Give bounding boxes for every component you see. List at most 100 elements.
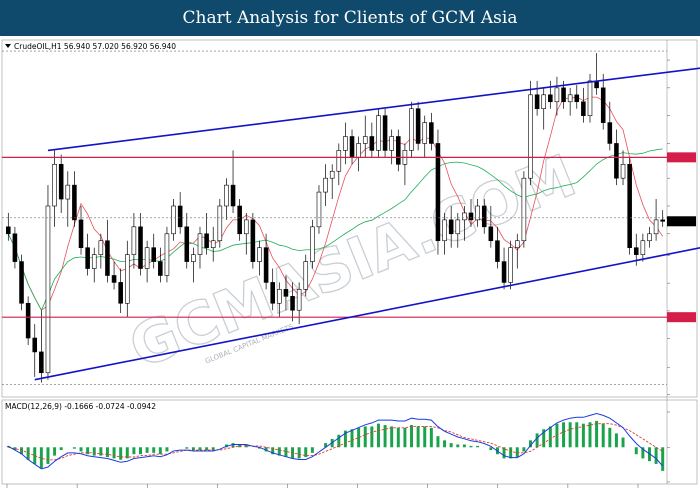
candle-body: [567, 94, 573, 103]
candle-body: [362, 136, 368, 144]
price-panel-frame: [1, 39, 698, 398]
candle-body: [468, 212, 474, 221]
candle-body: [495, 240, 500, 262]
candle-body: [653, 219, 659, 235]
candle-body: [389, 136, 394, 151]
candle-body: [58, 163, 64, 200]
candle-body: [283, 289, 289, 297]
candle-body: [191, 254, 196, 262]
candle-body: [336, 150, 342, 172]
candle-body: [224, 184, 229, 207]
candle-body: [627, 163, 632, 248]
candle-body: [633, 247, 639, 255]
candle-body: [263, 247, 269, 283]
candle-body: [270, 282, 275, 304]
candle-body: [151, 247, 157, 262]
candle-body: [349, 136, 355, 158]
candle-body: [290, 296, 295, 311]
candle-body: [39, 351, 44, 374]
candle-body: [32, 337, 38, 353]
candle-body: [138, 226, 143, 269]
candle-body: [91, 254, 97, 269]
price-level-tag: [667, 152, 696, 163]
candle-body: [561, 87, 566, 103]
candle-body: [435, 143, 441, 242]
current-price-tag: [667, 216, 696, 227]
price-panel-header: CrudeOIL,H1 56.940 57.020 56.920 56.940: [14, 42, 176, 51]
candle-body: [85, 247, 90, 269]
candle-body: [323, 177, 328, 193]
candle-body: [171, 205, 176, 235]
candle-body: [462, 212, 467, 221]
candle-body: [455, 219, 461, 235]
candle-body: [310, 226, 315, 262]
candle-body: [257, 247, 262, 262]
candle-body: [660, 219, 665, 222]
candle-body: [548, 94, 553, 103]
candle-body: [303, 261, 309, 290]
candle-body: [184, 226, 190, 262]
candle-body: [144, 247, 150, 269]
candle-body: [508, 247, 513, 283]
chart-banner-title: Chart Analysis for Clients of GCM Asia: [0, 0, 700, 36]
candle-body: [217, 205, 223, 242]
candle-body: [164, 233, 170, 276]
candle-body: [382, 115, 388, 151]
macd-panel-frame: [1, 399, 698, 485]
candle-body: [587, 80, 593, 116]
candle-body: [607, 122, 613, 144]
candle-body: [415, 108, 421, 144]
candle-body: [204, 233, 209, 248]
macd-panel-header: MACD(12,26,9) -0.1666 -0.0724 -0.0942: [5, 402, 156, 411]
candle-body: [237, 205, 242, 235]
candle-body: [554, 87, 560, 103]
candle-body: [541, 94, 546, 110]
candle-body: [409, 108, 414, 151]
candle-body: [296, 289, 302, 311]
candle-body: [250, 219, 256, 262]
candle-body: [521, 177, 527, 242]
candle-body: [210, 240, 216, 248]
candle-body: [45, 205, 51, 374]
candle-body: [600, 87, 606, 123]
candle-body: [534, 94, 540, 110]
candle-body: [614, 143, 619, 179]
candle-body: [481, 205, 487, 228]
candle-body: [329, 170, 335, 179]
candle-body: [448, 219, 454, 235]
candle-body: [429, 122, 434, 144]
candle-body: [243, 219, 249, 235]
candle-body: [105, 240, 110, 276]
candle-body: [72, 184, 77, 221]
candle-body: [620, 163, 626, 179]
candle-body: [98, 240, 104, 255]
candle-body: [25, 302, 31, 339]
candle-body: [528, 94, 533, 179]
candle-body: [197, 233, 203, 255]
candle-body: [396, 136, 401, 165]
candle-body: [12, 233, 18, 262]
candle-body: [514, 240, 520, 248]
candle-body: [177, 205, 183, 228]
candle-body: [131, 226, 137, 255]
candle-body: [442, 219, 447, 242]
candle-body: [316, 191, 322, 228]
candle-body: [52, 163, 57, 207]
chart-canvas: GCMASIA.COM GLOBAL CAPITAL MARKETS Crude…: [1, 39, 700, 488]
candle-body: [488, 226, 494, 242]
candle-body: [158, 261, 163, 276]
candle-body: [501, 261, 507, 283]
candle-body: [422, 122, 428, 144]
candle-body: [581, 101, 586, 116]
candle-body: [356, 143, 361, 158]
candle-body: [640, 240, 646, 255]
candle-body: [78, 219, 84, 248]
candle-body: [6, 226, 11, 235]
candle-body: [376, 115, 381, 151]
candle-body: [343, 136, 348, 151]
candle-body: [125, 254, 130, 304]
candle-body: [369, 136, 375, 151]
candle-body: [19, 261, 24, 304]
candle-body: [647, 233, 652, 242]
candle-body: [574, 94, 580, 103]
